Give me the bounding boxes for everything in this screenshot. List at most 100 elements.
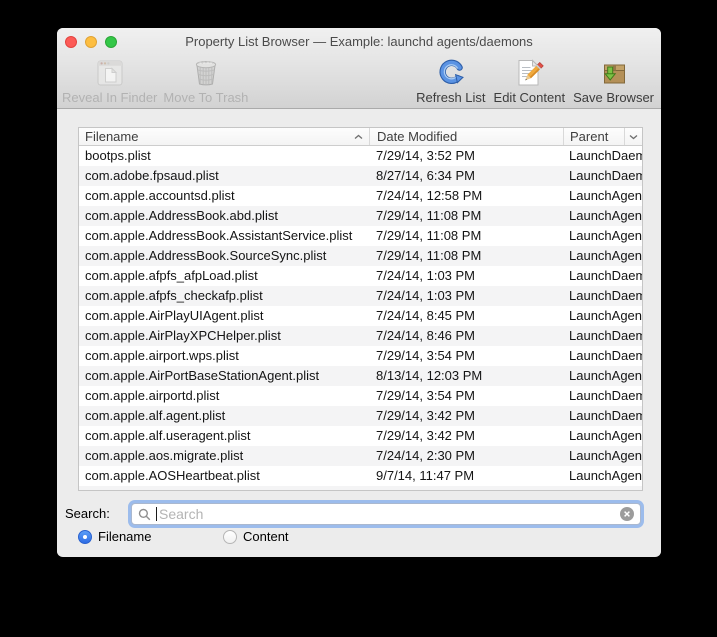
date-modified-cell: 7/29/14, 3:42 PM — [376, 428, 476, 443]
filename-cell: com.apple.aos.migrate.plist — [85, 448, 244, 463]
filename-cell: com.apple.airport.wps.plist — [85, 348, 239, 363]
date-modified-cell: 7/24/14, 8:45 PM — [376, 308, 476, 323]
date-modified-cell: 9/7/14, 11:47 PM — [376, 468, 475, 483]
radio-unselected-icon[interactable] — [223, 530, 237, 544]
parent-cell: LaunchAgents — [569, 428, 642, 443]
filename-cell: com.apple.AOSHeartbeat.plist — [85, 468, 260, 483]
filename-cell: com.apple.AirPlayXPCHelper.plist — [85, 328, 281, 343]
table-row[interactable]: com.apple.AddressBook.AssistantService.p… — [79, 226, 642, 246]
search-scope-row: Filename Content Options... — [57, 528, 661, 548]
table-row[interactable]: com.apple.alf.agent.plist 7/29/14, 3:42 P… — [79, 406, 642, 426]
filename-cell: com.apple.accountsd.plist — [85, 188, 235, 203]
refresh-arrow-icon — [439, 59, 464, 84]
column-header-date-modified[interactable]: Date Modified — [369, 128, 563, 145]
refresh-list-button[interactable]: Refresh List — [413, 56, 488, 105]
filename-cell: com.apple.AddressBook.abd.plist — [85, 208, 278, 223]
radio-selected-icon[interactable] — [78, 530, 92, 544]
scope-content-option[interactable]: Content — [223, 529, 289, 545]
save-browser-button[interactable]: Save Browser — [570, 56, 657, 105]
date-modified-cell: 7/29/14, 3:54 PM — [376, 388, 476, 403]
finder-document-icon — [97, 60, 123, 86]
parent-cell: LaunchDaemons — [569, 388, 642, 403]
window-content: Filename Date Modified Parent bootps.pli… — [57, 109, 661, 556]
sort-ascending-icon — [354, 134, 363, 139]
date-modified-cell: 7/29/14, 3:42 PM — [376, 408, 476, 423]
table-row[interactable]: com.apple.afpfs_checkafp.plist 7/24/14, 1… — [79, 286, 642, 306]
parent-cell: LaunchDaemons — [569, 288, 642, 303]
parent-cell: LaunchAgents — [569, 368, 642, 383]
table-row[interactable]: com.adobe.fpsaud.plist 8/27/14, 6:34 PM La… — [79, 166, 642, 186]
parent-cell: LaunchDaemons — [569, 268, 642, 283]
parent-cell: LaunchDaemons — [569, 328, 642, 343]
minimize-button[interactable] — [85, 36, 97, 48]
table-row[interactable]: com.apple.AirPlayXPCHelper.plist 7/24/14,… — [79, 326, 642, 346]
window-title: Property List Browser — Example: launchd… — [185, 34, 533, 49]
table-row[interactable]: com.apple.aos.migrate.plist 7/24/14, 2:30… — [79, 446, 642, 466]
search-field[interactable]: Search — [131, 503, 641, 525]
table-row[interactable]: com.apple.afpfs_afpLoad.plist 7/24/14, 1:… — [79, 266, 642, 286]
filename-cell: com.apple.afpfs_checkafp.plist — [85, 288, 263, 303]
parent-cell: LaunchAgents — [569, 208, 642, 223]
table-row[interactable]: com.apple.airport.wps.plist 7/29/14, 3:54… — [79, 346, 642, 366]
radio-label: Content — [243, 529, 289, 544]
table-row[interactable]: com.apple.accountsd.plist 7/24/14, 12:58 … — [79, 186, 642, 206]
parent-cell: LaunchAgents — [569, 188, 642, 203]
filename-cell: com.apple.alf.useragent.plist — [85, 428, 251, 443]
filename-cell: bootps.plist — [85, 148, 151, 163]
filename-cell: com.apple.AirPlayUIAgent.plist — [85, 308, 264, 323]
edit-content-button[interactable]: Edit Content — [491, 56, 569, 105]
date-modified-cell: 7/29/14, 11:08 PM — [376, 248, 482, 263]
toolbar: Reveal In Finder Move To Trash Refresh L… — [57, 56, 661, 109]
toolbar-button-label: Move To Trash — [163, 90, 249, 105]
table-header: Filename Date Modified Parent — [79, 128, 642, 146]
search-label: Search: — [65, 506, 110, 521]
filename-cell: com.apple.airportd.plist — [85, 388, 220, 403]
date-modified-cell: 7/24/14, 12:58 PM — [376, 188, 483, 203]
parent-cell: LaunchDaemons — [569, 408, 642, 423]
search-placeholder: Search — [159, 506, 204, 522]
move-to-trash-button[interactable]: Move To Trash — [160, 56, 251, 105]
table-body: bootps.plist 7/29/14, 3:52 PM LaunchDaemon… — [79, 146, 642, 490]
zoom-button[interactable] — [105, 36, 117, 48]
trash-icon — [195, 61, 217, 86]
table-row[interactable]: com.apple.AddressBook.SourceSync.plist 7/… — [79, 246, 642, 266]
column-menu-button[interactable] — [624, 128, 642, 145]
app-window: Property List Browser — Example: launchd… — [57, 28, 661, 557]
date-modified-cell: 7/24/14, 8:46 PM — [376, 328, 476, 343]
titlebar[interactable]: Property List Browser — Example: launchd… — [57, 28, 661, 56]
table-row[interactable]: com.apple.AddressBook.abd.plist 7/29/14, … — [79, 206, 642, 226]
traffic-lights — [65, 36, 117, 48]
parent-cell: LaunchAgents — [569, 228, 642, 243]
clear-search-icon[interactable] — [620, 507, 634, 521]
table-row[interactable]: com.apple.alf.useragent.plist 7/29/14, 3:… — [79, 426, 642, 446]
parent-cell: LaunchAgents — [569, 248, 642, 263]
date-modified-cell: 7/24/14, 2:30 PM — [376, 448, 476, 463]
toolbar-button-label: Refresh List — [416, 90, 486, 105]
column-header-parent[interactable]: Parent — [563, 128, 624, 145]
parent-cell: LaunchAgents — [563, 486, 642, 490]
table-row[interactable]: com.apple.airportd.plist 7/29/14, 3:54 PM… — [79, 386, 642, 406]
package-box-icon — [603, 64, 625, 84]
close-button[interactable] — [65, 36, 77, 48]
date-modified-cell: 7/29/14, 3:52 PM — [376, 148, 476, 163]
parent-cell: LaunchAgents — [569, 448, 642, 463]
filename-cell: com.apple.AddressBook.SourceSync.plist — [85, 248, 327, 263]
scope-filename-option[interactable]: Filename — [78, 529, 151, 545]
toolbar-button-label: Reveal In Finder — [62, 90, 158, 105]
text-cursor — [156, 507, 157, 521]
date-modified-cell: 7/24/14, 1:03 PM — [376, 268, 476, 283]
date-modified-cell: 8/27/14, 6:34 PM — [376, 168, 476, 183]
magnifier-icon — [138, 508, 151, 520]
table-row[interactable]: com.apple.AOSPushRelay.plist7/24/14, 1:0… — [79, 486, 642, 490]
filename-cell: com.adobe.fpsaud.plist — [85, 168, 219, 183]
table-row[interactable]: com.apple.AOSHeartbeat.plist 9/7/14, 11:4… — [79, 466, 642, 486]
filename-cell: com.apple.AirPortBaseStationAgent.plist — [85, 368, 320, 383]
table-row[interactable]: bootps.plist 7/29/14, 3:52 PM LaunchDaemon… — [79, 146, 642, 166]
date-modified-cell: 7/29/14, 11:08 PM — [376, 208, 482, 223]
reveal-in-finder-button[interactable]: Reveal In Finder — [59, 56, 160, 105]
column-header-filename[interactable]: Filename — [79, 128, 369, 145]
table-row[interactable]: com.apple.AirPlayUIAgent.plist 7/24/14, 8… — [79, 306, 642, 326]
toolbar-right-group: Refresh List Edit Content Save Browser — [413, 56, 657, 105]
table-row[interactable]: com.apple.AirPortBaseStationAgent.plist 8… — [79, 366, 642, 386]
filename-cell: com.apple.AddressBook.AssistantService.p… — [85, 228, 353, 243]
